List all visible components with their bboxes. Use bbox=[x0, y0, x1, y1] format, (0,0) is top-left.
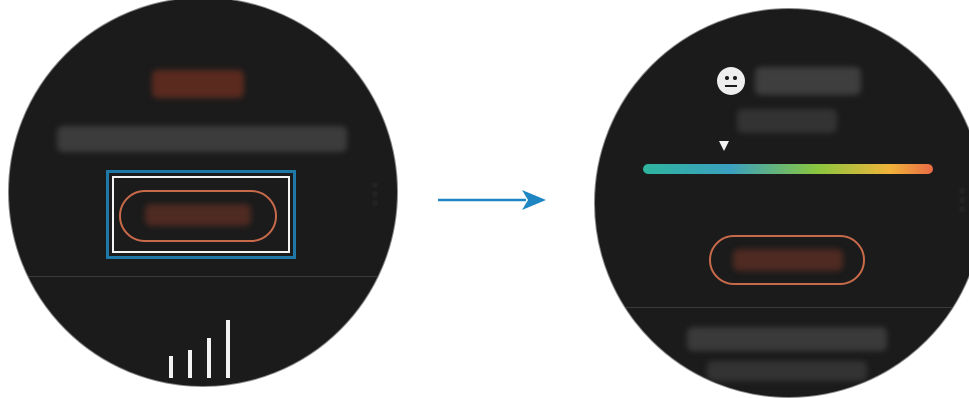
signal-bar bbox=[207, 338, 211, 378]
neutral-face-icon bbox=[717, 67, 745, 95]
divider bbox=[595, 307, 969, 308]
blurred-title bbox=[152, 70, 244, 98]
more-options-icon[interactable] bbox=[371, 182, 379, 209]
divider bbox=[9, 276, 397, 277]
blurred-footer-line bbox=[707, 361, 867, 381]
highlight-inner-border bbox=[112, 176, 290, 253]
arrow-right-icon bbox=[438, 190, 546, 210]
blurred-description bbox=[57, 126, 347, 152]
measure-again-button[interactable] bbox=[709, 235, 865, 285]
watch-screen-after bbox=[594, 8, 969, 398]
signal-bars-icon bbox=[167, 318, 237, 378]
more-options-icon[interactable] bbox=[958, 188, 966, 215]
blurred-title bbox=[755, 67, 861, 95]
signal-bar bbox=[169, 356, 173, 378]
signal-bar bbox=[188, 350, 192, 378]
highlight-box bbox=[106, 170, 296, 259]
stress-level-gauge bbox=[643, 164, 933, 174]
blurred-subtitle bbox=[737, 109, 837, 133]
stress-level-marker bbox=[719, 141, 730, 151]
blurred-button-label bbox=[733, 249, 843, 271]
blurred-footer-line bbox=[687, 327, 887, 351]
signal-bar bbox=[226, 320, 230, 378]
